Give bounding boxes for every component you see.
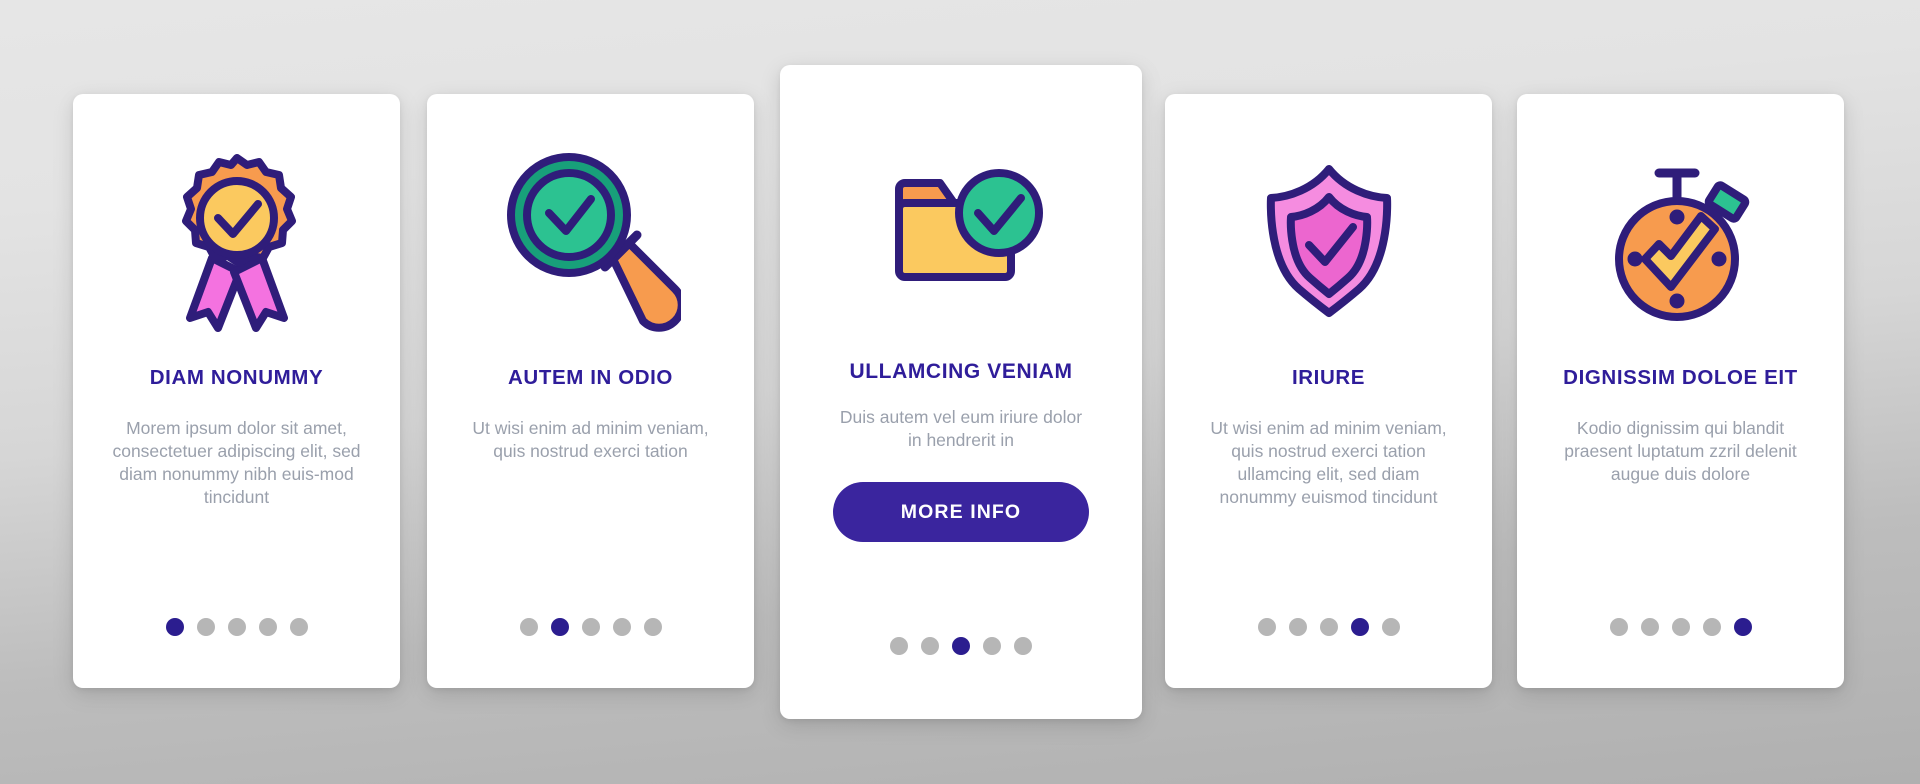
card-title: DIAM NONUMMY (149, 366, 324, 389)
onboarding-card-3[interactable]: ULLAMCING VENIAM Duis autem vel eum iriu… (780, 65, 1142, 719)
pagination-dot[interactable] (983, 637, 1001, 655)
pagination-dot[interactable] (612, 618, 631, 636)
pagination-dot[interactable] (196, 618, 215, 636)
pagination-dot[interactable] (1671, 618, 1690, 636)
onboarding-card-2[interactable]: AUTEM IN ODIO Ut wisi enim ad minim veni… (427, 94, 754, 688)
pagination-dot[interactable] (1733, 618, 1752, 636)
more-info-button[interactable]: MORE INFO (833, 482, 1089, 543)
pagination-dot[interactable] (1702, 618, 1721, 636)
pagination-dot[interactable] (1319, 618, 1338, 636)
pagination-dot[interactable] (550, 618, 569, 636)
pagination-dot[interactable] (1014, 637, 1032, 655)
onboarding-card-5[interactable]: DIGNISSIM DOLOE EIT Kodio dignissim qui … (1517, 94, 1844, 688)
pagination-dot[interactable] (165, 618, 184, 636)
card-title: ULLAMCING VENIAM (849, 360, 1073, 383)
pagination-dot[interactable] (1257, 618, 1276, 636)
card-body: Duis autem vel eum iriure dolor in hendr… (839, 407, 1083, 451)
onboarding-cards-stage: DIAM NONUMMY Morem ipsum dolor sit amet,… (0, 0, 1920, 784)
card-body: Ut wisi enim ad minim veniam, quis nostr… (1210, 417, 1447, 507)
onboarding-card-1[interactable]: DIAM NONUMMY Morem ipsum dolor sit amet,… (73, 94, 400, 688)
pagination-dots[interactable] (427, 618, 754, 636)
pagination-dot[interactable] (952, 637, 970, 655)
card-body: Kodio dignissim qui blandit praesent lup… (1564, 417, 1797, 484)
card-body: Morem ipsum dolor sit amet, consectetuer… (112, 417, 361, 507)
card-title: AUTEM IN ODIO (508, 366, 673, 389)
pagination-dots[interactable] (1165, 618, 1492, 636)
onboarding-card-4[interactable]: IRIURE Ut wisi enim ad minim veniam, qui… (1165, 94, 1492, 688)
pagination-dot[interactable] (1609, 618, 1628, 636)
folder-check-icon (806, 91, 1116, 359)
pagination-dots[interactable] (73, 618, 400, 636)
card-title: DIGNISSIM DOLOE EIT (1563, 366, 1798, 389)
pagination-dot[interactable] (1640, 618, 1659, 636)
award-badge-check-icon (95, 116, 378, 366)
pagination-dot[interactable] (1350, 618, 1369, 636)
pagination-dot[interactable] (1288, 618, 1307, 636)
pagination-dot[interactable] (519, 618, 538, 636)
pagination-dot[interactable] (227, 618, 246, 636)
pagination-dot[interactable] (289, 618, 308, 636)
magnifier-check-icon (449, 116, 732, 366)
pagination-dot[interactable] (643, 618, 662, 636)
shield-check-icon (1187, 116, 1470, 366)
pagination-dots[interactable] (780, 637, 1142, 655)
pagination-dot[interactable] (581, 618, 600, 636)
pagination-dot[interactable] (1381, 618, 1400, 636)
pagination-dots[interactable] (1517, 618, 1844, 636)
card-title: IRIURE (1291, 366, 1366, 389)
card-body: Ut wisi enim ad minim veniam, quis nostr… (472, 417, 709, 461)
stopwatch-check-icon (1539, 116, 1822, 366)
pagination-dot[interactable] (258, 618, 277, 636)
pagination-dot[interactable] (921, 637, 939, 655)
pagination-dot[interactable] (890, 637, 908, 655)
